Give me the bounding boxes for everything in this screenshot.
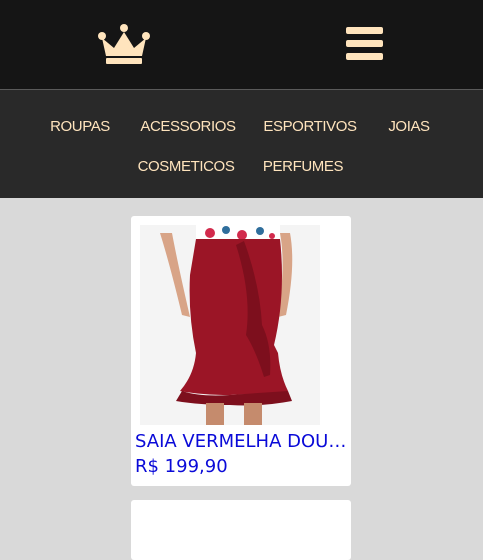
nav-item-cosmeticos[interactable]: COSMETICOS xyxy=(138,158,235,175)
nav-item-perfumes[interactable]: PERFUMES xyxy=(263,158,344,175)
nav-item-esportivos[interactable]: ESPORTIVOS xyxy=(263,118,357,135)
top-header xyxy=(0,0,483,90)
nav-item-acessorios[interactable]: ACESSORIOS xyxy=(140,118,236,135)
product-card[interactable] xyxy=(131,500,351,560)
nav-item-joias[interactable]: JOIAS xyxy=(388,118,430,135)
product-card[interactable]: SAIA VERMELHA DOURADA R$ 199,90 xyxy=(131,216,351,486)
nav-item-roupas[interactable]: ROUPAS xyxy=(50,118,110,135)
crown-icon[interactable] xyxy=(96,24,152,66)
product-price: R$ 199,90 xyxy=(135,456,228,477)
product-name-link[interactable]: SAIA VERMELHA DOURADA xyxy=(135,431,347,452)
category-nav: ROUPAS ACESSORIOS ESPORTIVOS JOIAS COSME… xyxy=(0,90,483,198)
hamburger-menu-icon[interactable] xyxy=(345,27,385,61)
product-photo[interactable] xyxy=(140,225,320,425)
